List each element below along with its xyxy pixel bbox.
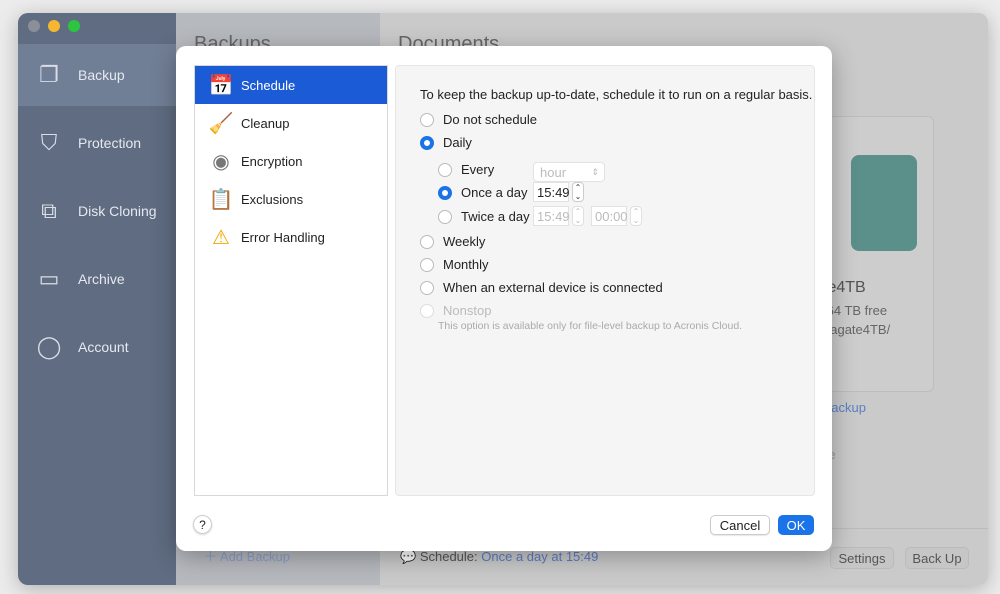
radio bbox=[420, 303, 434, 318]
label: Once a day bbox=[461, 185, 528, 200]
label: Encryption bbox=[241, 153, 303, 169]
label: Schedule bbox=[241, 77, 296, 93]
window-controls bbox=[28, 20, 80, 32]
sidebar: ❐ Backup ⛉ Protection ⧉ Disk Cloning ▭ Archi… bbox=[18, 13, 176, 585]
help-button[interactable]: ? bbox=[193, 515, 212, 534]
radio[interactable] bbox=[438, 209, 452, 224]
archive-icon: ▭ bbox=[38, 266, 60, 291]
value: hour bbox=[540, 164, 567, 180]
radio[interactable] bbox=[420, 135, 434, 150]
sidebar-item-protection[interactable]: ⛉ Protection bbox=[18, 112, 176, 174]
option-external-device[interactable]: When an external device is connected bbox=[420, 280, 663, 295]
zoom-button[interactable] bbox=[68, 20, 80, 32]
option-once-a-day[interactable]: Once a day bbox=[438, 185, 528, 200]
radio[interactable] bbox=[420, 112, 434, 127]
destination-free: .64 TB free bbox=[823, 303, 888, 318]
close-button[interactable] bbox=[28, 20, 40, 32]
radio[interactable] bbox=[438, 162, 452, 177]
intro-text: To keep the backup up-to-date, schedule … bbox=[420, 87, 813, 102]
radio[interactable] bbox=[438, 185, 452, 200]
nonstop-note: This option is available only for file-l… bbox=[438, 320, 743, 332]
option-weekly[interactable]: Weekly bbox=[420, 234, 485, 249]
tab-exclusions[interactable]: 📋 Exclusions bbox=[195, 180, 387, 218]
option-monthly[interactable]: Monthly bbox=[420, 257, 489, 272]
radio[interactable] bbox=[420, 257, 434, 272]
settings-dialog: 📅 Schedule 🧹 Cleanup ◉ Encryption 📋 Exclusio… bbox=[176, 46, 832, 551]
calendar-icon: 📅 bbox=[208, 74, 234, 97]
label: Schedule: bbox=[419, 549, 478, 564]
destination-path: eagate4TB/ bbox=[823, 322, 891, 337]
drive-icon bbox=[851, 155, 917, 251]
option-nonstop: Nonstop bbox=[420, 303, 491, 318]
label: Daily bbox=[443, 135, 472, 150]
backup-icon: ❐ bbox=[39, 62, 59, 87]
once-time-input[interactable]: 15:49 bbox=[533, 182, 570, 202]
updown-icon: ⇕ bbox=[591, 166, 599, 177]
label: Archive bbox=[78, 271, 125, 287]
label: Add Backup bbox=[219, 549, 291, 564]
minimize-button[interactable] bbox=[48, 20, 60, 32]
twice-time1-stepper[interactable]: ⌃ ⌄ bbox=[572, 206, 584, 226]
label: Weekly bbox=[443, 234, 486, 249]
back-up-button[interactable]: Back Up bbox=[905, 547, 969, 569]
broom-icon: 🧹 bbox=[208, 112, 234, 135]
every-unit-select[interactable]: hour ⇕ bbox=[533, 162, 605, 182]
label: Protection bbox=[78, 135, 142, 151]
warning-icon: ⚠ bbox=[212, 226, 230, 249]
option-daily[interactable]: Daily bbox=[420, 135, 472, 150]
label: Backup bbox=[78, 67, 125, 83]
twice-time2-input[interactable]: 00:00 bbox=[591, 206, 628, 226]
tab-encryption[interactable]: ◉ Encryption bbox=[195, 142, 387, 180]
label: Disk Cloning bbox=[78, 203, 157, 219]
account-icon: ◯ bbox=[36, 334, 62, 359]
label: Every bbox=[461, 162, 495, 177]
schedule-panel: To keep the backup up-to-date, schedule … bbox=[395, 65, 815, 496]
tab-schedule[interactable]: 📅 Schedule bbox=[195, 66, 387, 104]
sidebar-item-account[interactable]: ◯ Account bbox=[18, 316, 176, 378]
radio[interactable] bbox=[420, 234, 434, 249]
lock-dial-icon: ◉ bbox=[212, 150, 230, 173]
cancel-button[interactable]: Cancel bbox=[710, 515, 770, 535]
sidebar-item-backup[interactable]: ❐ Backup bbox=[18, 44, 176, 106]
option-every[interactable]: Every bbox=[438, 162, 494, 177]
label: Monthly bbox=[443, 257, 489, 272]
schedule-link[interactable]: Once a day at 15:49 bbox=[481, 549, 598, 564]
sidebar-item-disk-cloning[interactable]: ⧉ Disk Cloning bbox=[18, 180, 176, 242]
label: Exclusions bbox=[241, 191, 304, 207]
schedule-status: 💬 Schedule: Once a day at 15:49 bbox=[400, 549, 599, 564]
label: Cleanup bbox=[241, 115, 290, 131]
label: Account bbox=[78, 339, 129, 355]
settings-button[interactable]: Settings bbox=[830, 547, 894, 569]
label: When an external device is connected bbox=[443, 280, 663, 295]
option-twice-a-day[interactable]: Twice a day bbox=[438, 209, 530, 224]
checklist-icon: 📋 bbox=[208, 188, 234, 211]
label: Do not schedule bbox=[443, 112, 537, 127]
shield-icon: ⛉ bbox=[40, 130, 58, 155]
tab-cleanup[interactable]: 🧹 Cleanup bbox=[195, 104, 387, 142]
label: Nonstop bbox=[443, 303, 492, 318]
option-do-not-schedule[interactable]: Do not schedule bbox=[420, 112, 537, 127]
twice-time2-stepper[interactable]: ⌃ ⌄ bbox=[630, 206, 642, 226]
tab-error-handling[interactable]: ⚠ Error Handling bbox=[195, 218, 387, 256]
twice-time1-input[interactable]: 15:49 bbox=[533, 206, 570, 226]
label: Error Handling bbox=[241, 229, 325, 245]
settings-tabs: 📅 Schedule 🧹 Cleanup ◉ Encryption 📋 Exclusio… bbox=[194, 65, 388, 496]
sidebar-item-archive[interactable]: ▭ Archive bbox=[18, 248, 176, 310]
label: Twice a day bbox=[461, 209, 530, 224]
radio[interactable] bbox=[420, 280, 434, 295]
once-time-stepper[interactable]: ⌃ ⌄ bbox=[572, 182, 584, 202]
disk-clone-icon: ⧉ bbox=[41, 198, 57, 223]
ok-button[interactable]: OK bbox=[778, 515, 814, 535]
